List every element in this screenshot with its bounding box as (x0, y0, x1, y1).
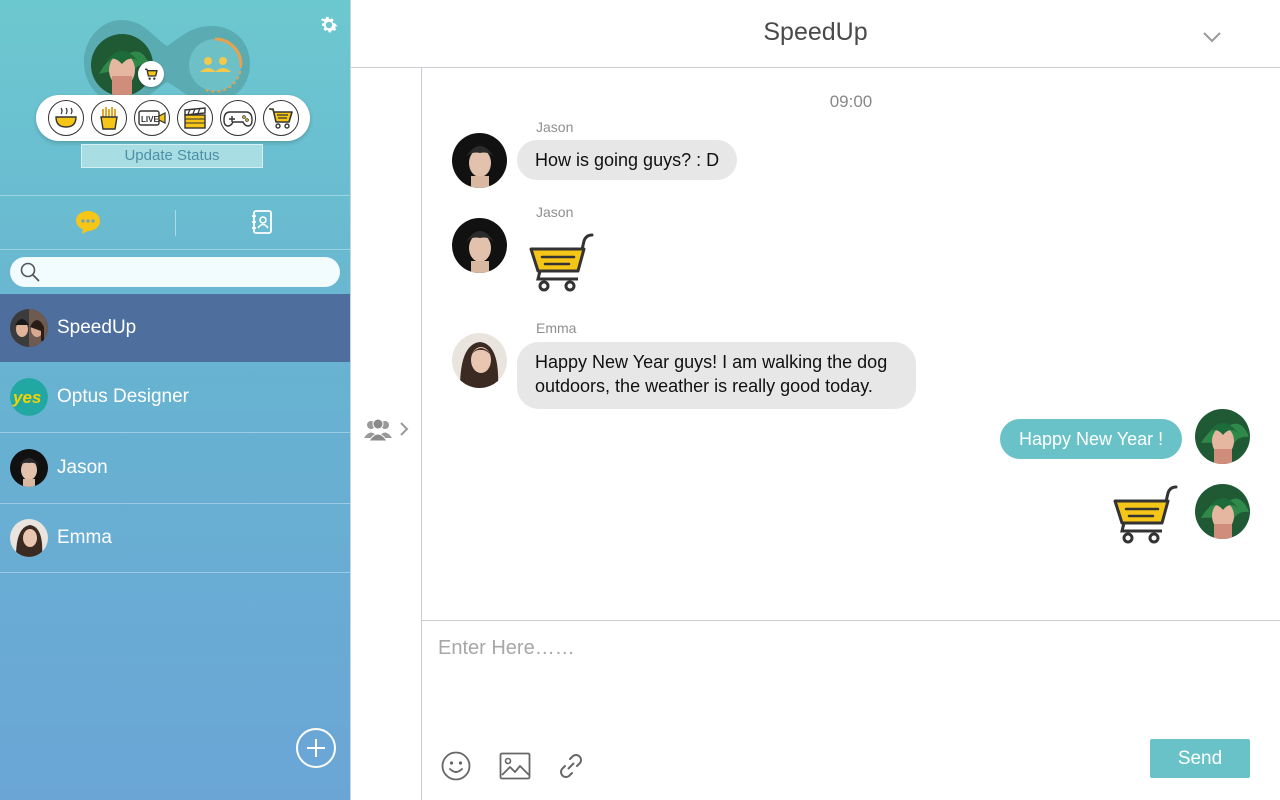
jason-avatar[interactable] (452, 218, 507, 273)
status-picker: LIVE (36, 95, 310, 141)
link-button[interactable] (554, 749, 588, 783)
contact-name: SpeedUp (57, 317, 137, 338)
svg-text:yes: yes (12, 388, 41, 407)
contact-item-speedup[interactable]: SpeedUp (0, 294, 350, 362)
message-text-line: Happy New Year guys! I am walking the do… (535, 352, 888, 372)
my-message-bubble: Happy New Year ! (1000, 419, 1183, 459)
gamepad-icon (222, 111, 253, 127)
svg-text:LIVE: LIVE (141, 115, 159, 124)
chat-header: SpeedUp (351, 0, 1280, 68)
settings-gear-icon[interactable] (318, 14, 340, 36)
image-icon (499, 752, 531, 780)
group-people-icon (364, 418, 392, 442)
message-composer: Send (422, 620, 1280, 800)
jason-avatar (10, 449, 48, 487)
search-input[interactable] (48, 264, 340, 280)
link-icon (560, 754, 582, 778)
update-status-button[interactable]: Update Status (81, 144, 263, 168)
send-button[interactable]: Send (1150, 739, 1250, 778)
group-status-icon[interactable] (186, 36, 244, 94)
emma-avatar[interactable] (452, 333, 507, 388)
contacts-book-icon (252, 210, 272, 234)
search-box (10, 257, 340, 287)
message-text-line: outdoors, the weather is really good tod… (535, 376, 873, 396)
message-timestamp: 09:00 (829, 92, 873, 111)
tab-separator (175, 210, 176, 236)
contact-item-optus-designer[interactable]: yes Optus Designer (0, 362, 350, 433)
status-game-button[interactable] (219, 100, 256, 136)
contact-name: Jason (57, 457, 108, 478)
message-bubble: How is going guys? : D (517, 140, 738, 180)
jason-avatar[interactable] (452, 133, 507, 188)
chevron-right-icon (400, 422, 409, 436)
search-icon (20, 262, 40, 282)
cart-sticker-icon (1113, 485, 1178, 544)
cart-sticker-icon (529, 233, 594, 292)
group-members-button[interactable] (363, 416, 413, 442)
fries-icon (99, 107, 118, 130)
status-coffee-button[interactable] (47, 100, 84, 136)
cart-icon (268, 108, 293, 129)
status-shopping-button[interactable] (262, 100, 299, 136)
cart-icon (145, 68, 158, 80)
chat-bubble-icon (76, 211, 100, 234)
clapperboard-icon (183, 107, 206, 129)
status-fries-button[interactable] (90, 100, 127, 136)
live-video-icon: LIVE (137, 110, 166, 126)
chat-title: SpeedUp (763, 18, 868, 46)
message-input[interactable] (438, 637, 1258, 717)
tab-contacts[interactable] (246, 206, 278, 238)
sender-name: Emma (536, 320, 577, 336)
contact-name: Emma (57, 527, 112, 548)
optus-avatar: yes (10, 378, 48, 416)
image-button[interactable] (498, 749, 532, 783)
sender-name: Jason (536, 119, 574, 135)
tab-chats[interactable] (72, 206, 104, 238)
emma-avatar (10, 519, 48, 557)
divider (0, 249, 350, 250)
chevron-down-icon[interactable] (1201, 26, 1223, 48)
my-avatar[interactable] (1195, 409, 1250, 464)
sender-name: Jason (536, 204, 574, 220)
contact-name: Optus Designer (57, 386, 190, 407)
smiley-icon (441, 751, 471, 781)
my-avatar[interactable] (1195, 484, 1250, 539)
sidebar: LIVE Update Status SpeedUp yes Optus Des… (0, 0, 351, 800)
status-live-button[interactable]: LIVE (133, 100, 170, 136)
coffee-icon (54, 107, 77, 128)
status-badge (138, 61, 164, 87)
divider (0, 195, 350, 196)
contact-item-jason[interactable]: Jason (0, 433, 350, 504)
group-avatar (10, 309, 48, 347)
status-movie-button[interactable] (176, 100, 213, 136)
emoji-button[interactable] (439, 749, 473, 783)
message-bubble: Happy New Year guys! I am walking the do… (517, 342, 916, 409)
member-strip (351, 68, 422, 800)
contact-item-emma[interactable]: Emma (0, 504, 350, 573)
plus-icon (307, 739, 325, 757)
add-chat-button[interactable] (296, 728, 336, 768)
